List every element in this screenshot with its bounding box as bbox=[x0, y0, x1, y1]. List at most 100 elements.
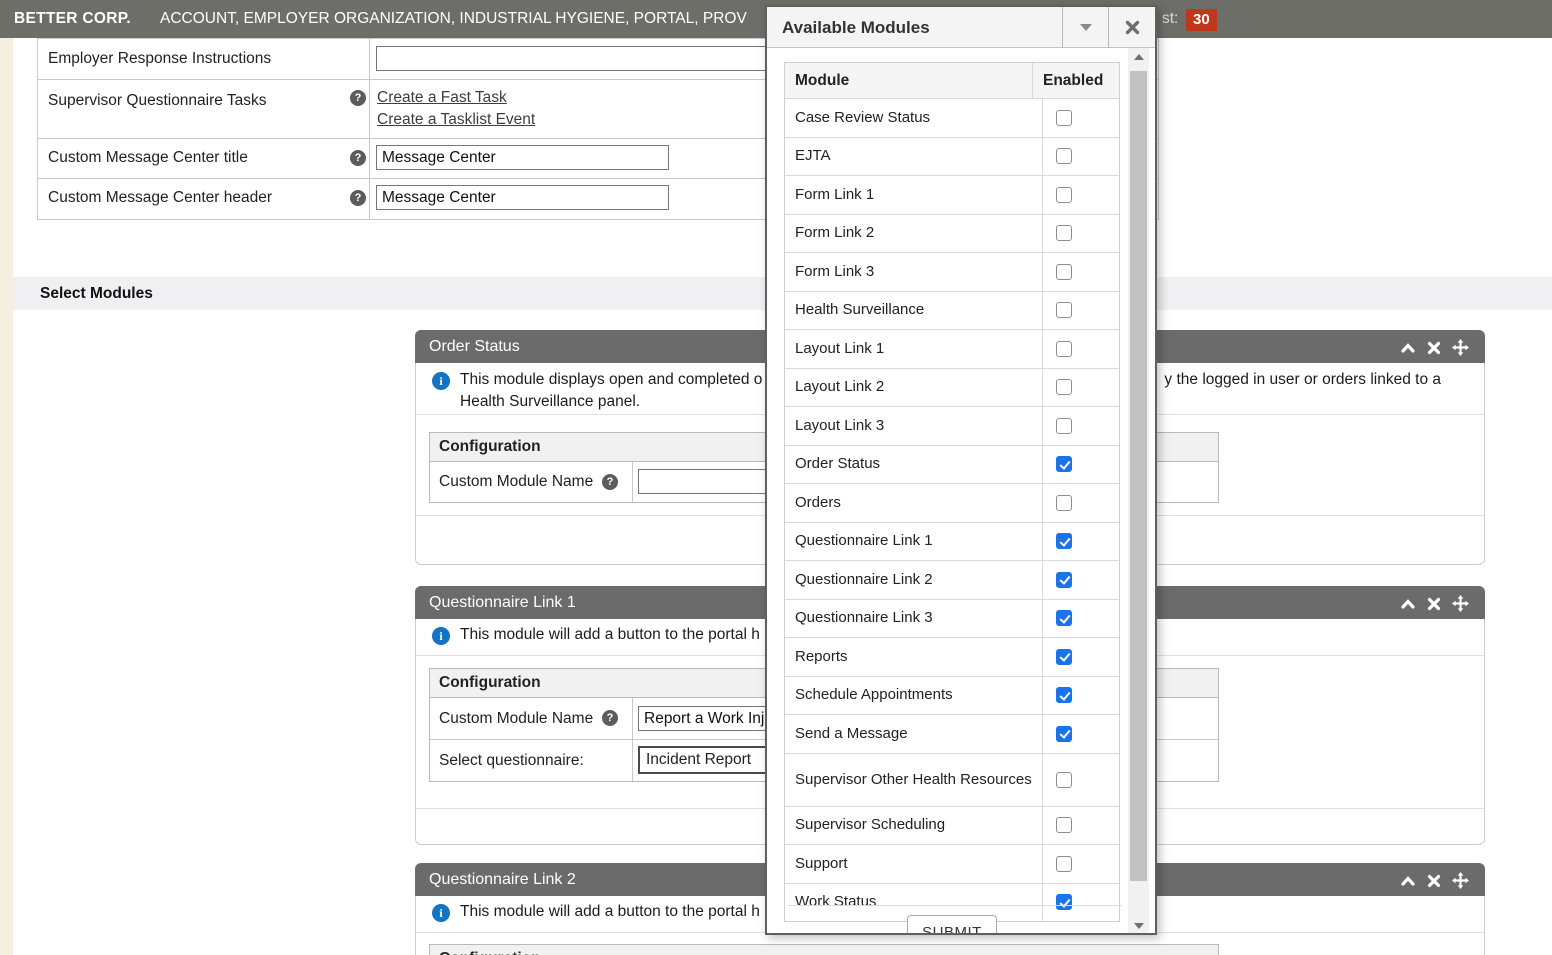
module-enabled-checkbox[interactable] bbox=[1056, 687, 1072, 703]
module-row: Layout Link 1 bbox=[785, 329, 1119, 368]
close-icon[interactable] bbox=[1427, 874, 1441, 888]
topbar-right-text: st: bbox=[1162, 0, 1178, 38]
move-icon[interactable] bbox=[1452, 872, 1469, 889]
module-enabled-checkbox[interactable] bbox=[1056, 379, 1072, 395]
field-label: Custom Message Center title bbox=[48, 138, 248, 178]
panel-info-text-right: y the logged in user or orders linked to… bbox=[1164, 371, 1441, 389]
module-enabled-checkbox[interactable] bbox=[1056, 817, 1072, 833]
dialog-header[interactable]: Available Modules bbox=[767, 7, 1155, 48]
module-enabled-checkbox[interactable] bbox=[1056, 772, 1072, 788]
scroll-up-icon[interactable] bbox=[1128, 48, 1149, 66]
module-row: Orders bbox=[785, 483, 1119, 522]
module-name: Schedule Appointments bbox=[785, 677, 1042, 715]
module-enabled-checkbox[interactable] bbox=[1056, 341, 1072, 357]
module-enabled-checkbox[interactable] bbox=[1056, 110, 1072, 126]
module-enabled-cell bbox=[1042, 523, 1119, 561]
panel-info-text: This module will add a button to the por… bbox=[460, 903, 760, 921]
panel-title: Questionnaire Link 2 bbox=[429, 863, 576, 896]
module-enabled-cell bbox=[1042, 715, 1119, 753]
collapse-icon[interactable] bbox=[1400, 341, 1416, 355]
module-enabled-checkbox[interactable] bbox=[1056, 187, 1072, 203]
dialog-scrollbar[interactable] bbox=[1128, 48, 1149, 935]
submit-button[interactable]: SUBMIT bbox=[907, 915, 997, 935]
module-enabled-checkbox[interactable] bbox=[1056, 726, 1072, 742]
module-enabled-cell bbox=[1042, 807, 1119, 845]
panel-info-text: This module displays open and completed … bbox=[460, 371, 762, 389]
dialog-collapse-button[interactable] bbox=[1062, 7, 1109, 48]
help-icon[interactable]: ? bbox=[350, 90, 366, 106]
page-left-margin bbox=[0, 38, 13, 955]
module-row: Form Link 2 bbox=[785, 214, 1119, 253]
module-enabled-cell bbox=[1042, 292, 1119, 330]
module-enabled-cell bbox=[1042, 407, 1119, 445]
info-icon: i bbox=[432, 372, 450, 390]
module-enabled-checkbox[interactable] bbox=[1056, 456, 1072, 472]
move-icon[interactable] bbox=[1452, 339, 1469, 356]
module-row: Reports bbox=[785, 637, 1119, 676]
message-center-header-input[interactable] bbox=[376, 185, 669, 210]
module-enabled-checkbox[interactable] bbox=[1056, 418, 1072, 434]
module-row: EJTA bbox=[785, 137, 1119, 176]
module-row: Layout Link 3 bbox=[785, 406, 1119, 445]
scrollbar-thumb[interactable] bbox=[1130, 71, 1147, 881]
collapse-icon[interactable] bbox=[1400, 874, 1416, 888]
module-row: Layout Link 2 bbox=[785, 368, 1119, 407]
help-icon[interactable]: ? bbox=[350, 190, 366, 206]
panel-info-text-line2: Health Surveillance panel. bbox=[460, 393, 640, 411]
help-icon[interactable]: ? bbox=[602, 710, 618, 726]
module-row: Form Link 1 bbox=[785, 175, 1119, 214]
move-icon[interactable] bbox=[1452, 595, 1469, 612]
module-name: Form Link 2 bbox=[785, 215, 1042, 253]
module-row: Supervisor Scheduling bbox=[785, 806, 1119, 845]
module-row: Health Surveillance bbox=[785, 291, 1119, 330]
module-enabled-cell bbox=[1042, 638, 1119, 676]
modules-table: Module Enabled Case Review Status EJTA F… bbox=[784, 62, 1120, 922]
field-label: Select questionnaire: bbox=[439, 740, 584, 781]
module-row: Supervisor Other Health Resources bbox=[785, 753, 1119, 806]
module-enabled-checkbox[interactable] bbox=[1056, 302, 1072, 318]
module-enabled-checkbox[interactable] bbox=[1056, 649, 1072, 665]
module-enabled-checkbox[interactable] bbox=[1056, 610, 1072, 626]
module-enabled-checkbox[interactable] bbox=[1056, 264, 1072, 280]
scroll-down-icon[interactable] bbox=[1128, 917, 1149, 935]
close-icon[interactable] bbox=[1427, 341, 1441, 355]
help-icon[interactable]: ? bbox=[602, 474, 618, 490]
divider bbox=[787, 905, 1122, 906]
help-icon[interactable]: ? bbox=[350, 150, 366, 166]
module-enabled-checkbox[interactable] bbox=[1056, 225, 1072, 241]
module-name: Layout Link 1 bbox=[785, 330, 1042, 368]
panel-info-text: This module will add a button to the por… bbox=[460, 626, 760, 644]
module-enabled-checkbox[interactable] bbox=[1056, 572, 1072, 588]
section-title: Select Modules bbox=[40, 277, 153, 310]
module-enabled-checkbox[interactable] bbox=[1056, 148, 1072, 164]
configuration-header: Configuration bbox=[430, 945, 1218, 955]
module-enabled-checkbox[interactable] bbox=[1056, 894, 1072, 910]
create-fast-task-link[interactable]: Create a Fast Task bbox=[377, 89, 507, 107]
module-enabled-cell bbox=[1042, 138, 1119, 176]
module-name: Form Link 3 bbox=[785, 253, 1042, 291]
field-label: Custom Message Center header bbox=[48, 178, 272, 218]
column-divider bbox=[632, 698, 633, 739]
close-icon[interactable] bbox=[1427, 597, 1441, 611]
module-name: Case Review Status bbox=[785, 99, 1042, 137]
module-enabled-checkbox[interactable] bbox=[1056, 856, 1072, 872]
panel-title: Order Status bbox=[429, 330, 520, 363]
available-modules-dialog: Available Modules Module Enabled Case Re… bbox=[765, 5, 1157, 935]
dialog-close-button[interactable] bbox=[1108, 7, 1155, 48]
column-divider bbox=[632, 740, 633, 781]
module-enabled-cell bbox=[1042, 446, 1119, 484]
module-enabled-checkbox[interactable] bbox=[1056, 533, 1072, 549]
module-enabled-cell bbox=[1042, 884, 1119, 922]
collapse-icon[interactable] bbox=[1400, 597, 1416, 611]
field-label: Custom Module Name bbox=[439, 698, 593, 739]
module-enabled-cell bbox=[1042, 484, 1119, 522]
module-enabled-cell bbox=[1042, 754, 1119, 806]
module-name: Questionnaire Link 3 bbox=[785, 600, 1042, 638]
create-tasklist-event-link[interactable]: Create a Tasklist Event bbox=[377, 111, 535, 129]
close-icon bbox=[1125, 20, 1140, 35]
module-name: EJTA bbox=[785, 138, 1042, 176]
module-enabled-checkbox[interactable] bbox=[1056, 495, 1072, 511]
message-center-title-input[interactable] bbox=[376, 145, 669, 170]
module-name: Health Surveillance bbox=[785, 292, 1042, 330]
portal-configuration-page: BETTER CORP. ACCOUNT, EMPLOYER ORGANIZAT… bbox=[0, 0, 1552, 955]
